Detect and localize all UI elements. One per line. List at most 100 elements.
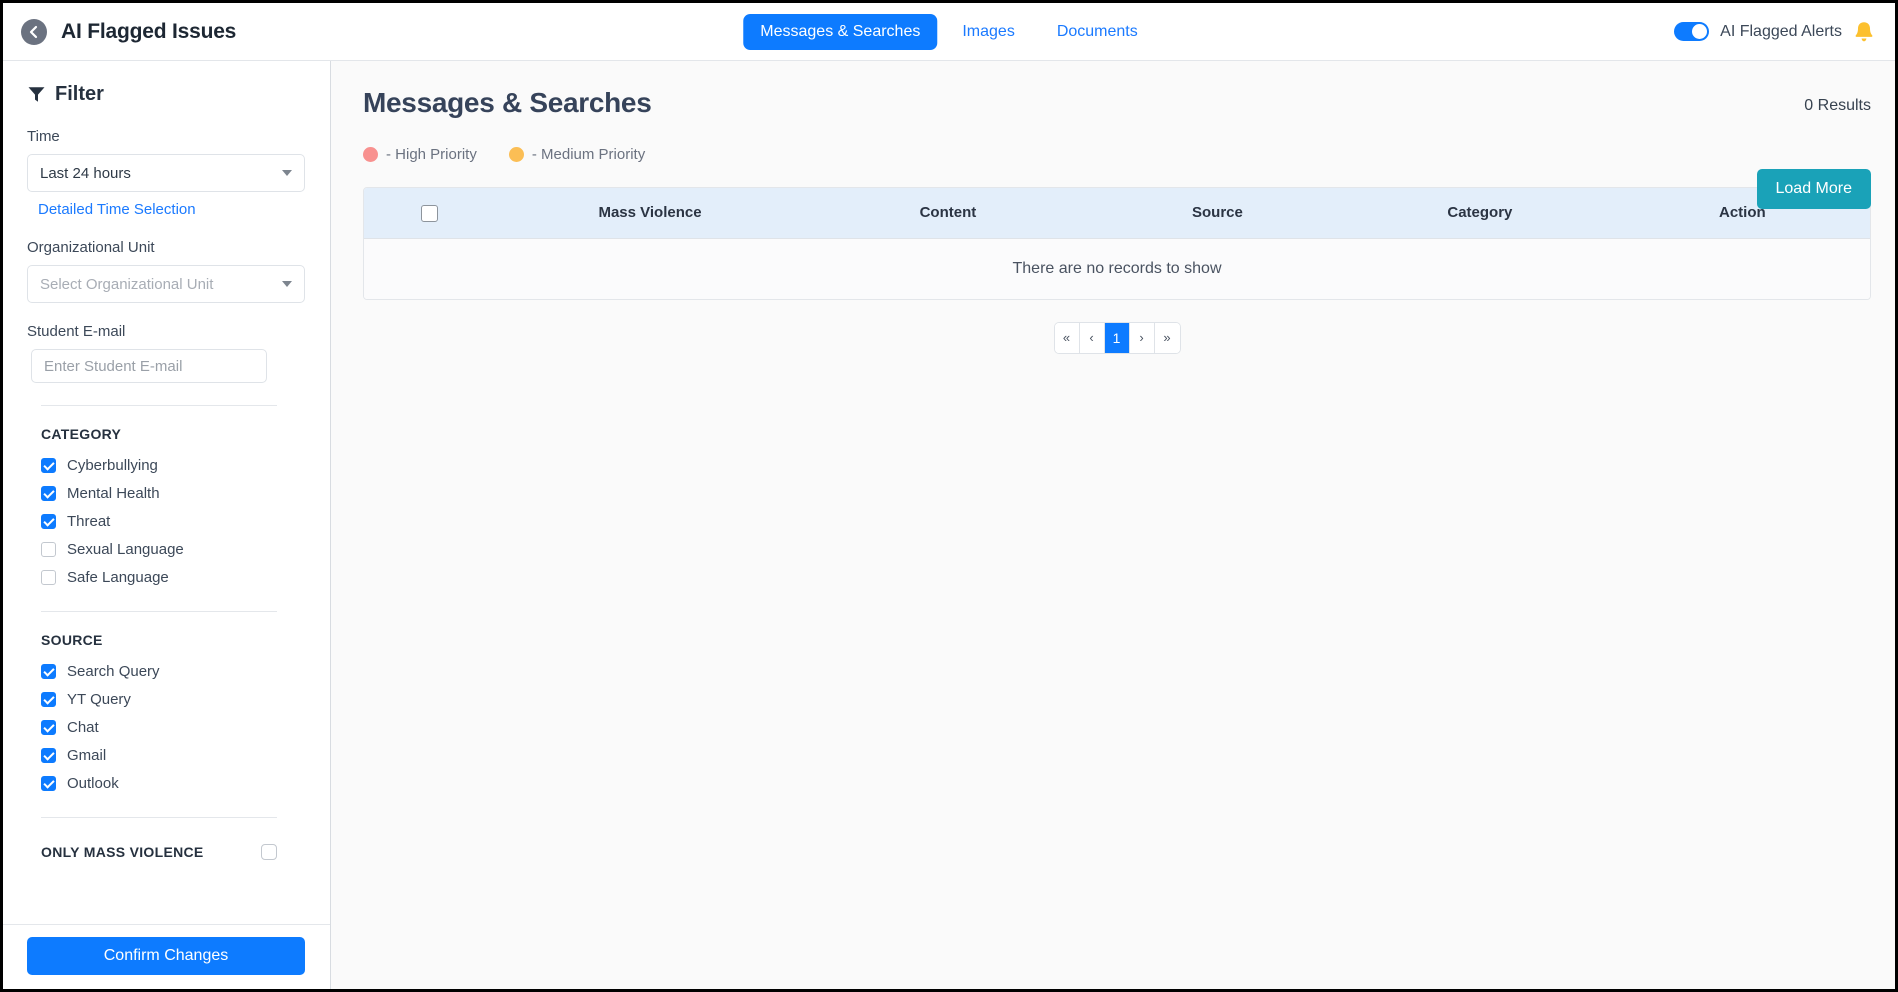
- priority-legend: - High Priority - Medium Priority: [363, 139, 1871, 169]
- legend-item-high-priority: - High Priority: [363, 146, 477, 163]
- pagination-page-1[interactable]: 1: [1104, 322, 1130, 353]
- main-header: Messages & Searches 0 Results: [363, 87, 1871, 119]
- source-checkbox-yt-query[interactable]: YT Query: [41, 688, 306, 711]
- category-group-title: CATEGORY: [41, 426, 122, 442]
- empty-state-message: There are no records to show: [364, 238, 1870, 299]
- detailed-time-selection-link[interactable]: Detailed Time Selection: [38, 201, 196, 218]
- chevron-down-icon: [282, 170, 292, 176]
- pagination-first-button[interactable]: «: [1054, 322, 1080, 353]
- category-checkbox-cyberbullying[interactable]: Cyberbullying: [41, 454, 306, 477]
- divider: [41, 817, 277, 818]
- checkbox-icon[interactable]: [41, 458, 56, 473]
- top-bar-right: AI Flagged Alerts: [1674, 20, 1875, 44]
- category-label: Safe Language: [67, 569, 169, 586]
- high-priority-dot-icon: [363, 146, 378, 162]
- time-label: Time: [27, 128, 60, 145]
- time-select-value: Last 24 hours: [40, 164, 131, 182]
- results-table: Mass Violence Content Source Category Ac…: [363, 187, 1871, 300]
- results-count: 0 Results: [1804, 97, 1871, 114]
- table-header-source[interactable]: Source: [1089, 188, 1346, 239]
- category-checkbox-mental-health[interactable]: Mental Health: [41, 482, 306, 505]
- only-mass-violence-row[interactable]: ONLY MASS VIOLENCE: [41, 844, 277, 860]
- source-checkbox-gmail[interactable]: Gmail: [41, 744, 306, 767]
- source-checkbox-chat[interactable]: Chat: [41, 716, 306, 739]
- app-root: AI Flagged Issues Messages & Searches Im…: [0, 0, 1898, 992]
- divider: [41, 611, 277, 612]
- select-all-checkbox[interactable]: [420, 204, 438, 222]
- category-label: Sexual Language: [67, 541, 184, 558]
- checkbox-icon[interactable]: [41, 486, 56, 501]
- load-more-button[interactable]: Load More: [1756, 169, 1871, 209]
- tab-images[interactable]: Images: [945, 14, 1031, 50]
- back-arrow-circle-icon[interactable]: [21, 18, 47, 45]
- table-empty-row: There are no records to show: [364, 238, 1870, 299]
- main-content: Messages & Searches 0 Results - High Pri…: [331, 61, 1895, 989]
- category-checkbox-threat[interactable]: Threat: [41, 510, 306, 533]
- table-head: Mass Violence Content Source Category Ac…: [364, 188, 1870, 239]
- pagination-last-button[interactable]: »: [1154, 322, 1180, 353]
- category-checkbox-sexual-language[interactable]: Sexual Language: [41, 538, 306, 561]
- category-label: Cyberbullying: [67, 457, 158, 474]
- source-label: Outlook: [67, 775, 119, 792]
- category-checkbox-safe-language[interactable]: Safe Language: [41, 566, 306, 589]
- table-header-mass-violence[interactable]: Mass Violence: [494, 188, 807, 239]
- org-unit-label: Organizational Unit: [27, 239, 155, 256]
- medium-priority-dot-icon: [508, 146, 524, 162]
- tab-messages-and-searches[interactable]: Messages & Searches: [743, 13, 938, 50]
- legend-item-medium-priority: - Medium Priority: [508, 145, 646, 163]
- ai-flagged-alerts-label: AI Flagged Alerts: [1720, 22, 1842, 40]
- source-label: Search Query: [67, 663, 160, 680]
- table-header-category[interactable]: Category: [1345, 188, 1615, 239]
- student-email-input[interactable]: [31, 349, 267, 383]
- time-select[interactable]: Last 24 hours: [27, 154, 305, 192]
- org-unit-select-value: Select Organizational Unit: [40, 275, 214, 293]
- pagination-prev-button[interactable]: ‹: [1079, 322, 1105, 353]
- org-unit-select[interactable]: Select Organizational Unit: [27, 265, 305, 303]
- table-header-content[interactable]: Content: [806, 188, 1090, 239]
- source-label: YT Query: [67, 691, 131, 708]
- bell-icon[interactable]: [1853, 20, 1875, 44]
- ai-flagged-alerts-toggle[interactable]: [1674, 22, 1710, 41]
- top-nav-tabs: Messages & Searches Images Documents: [743, 13, 1155, 50]
- legend-label: - High Priority: [386, 145, 477, 163]
- checkbox-icon[interactable]: [41, 542, 56, 557]
- checkbox-icon[interactable]: [41, 664, 56, 679]
- student-email-label: Student E-mail: [27, 323, 126, 340]
- source-checkbox-search-query[interactable]: Search Query: [41, 660, 306, 683]
- chevron-down-icon: [282, 281, 292, 287]
- checkbox-icon[interactable]: [41, 720, 56, 735]
- source-group-title: SOURCE: [41, 632, 103, 648]
- divider: [41, 405, 277, 406]
- filter-sidebar: Filter Time Last 24 hours Detailed Time …: [3, 61, 331, 989]
- page-title: AI Flagged Issues: [61, 19, 237, 43]
- pagination-next-button[interactable]: ›: [1129, 322, 1155, 353]
- top-bar: AI Flagged Issues Messages & Searches Im…: [3, 3, 1895, 61]
- pagination: « ‹ 1 › »: [1053, 321, 1181, 354]
- checkbox-icon[interactable]: [41, 692, 56, 707]
- table-body: There are no records to show: [364, 238, 1870, 299]
- source-label: Gmail: [67, 747, 107, 764]
- checkbox-icon[interactable]: [41, 570, 56, 585]
- filter-sidebar-footer: Confirm Changes: [3, 924, 330, 989]
- main-page-title: Messages & Searches: [363, 87, 652, 118]
- confirm-changes-button[interactable]: Confirm Changes: [27, 937, 305, 975]
- body-split: Filter Time Last 24 hours Detailed Time …: [3, 61, 1895, 989]
- checkbox-icon[interactable]: [41, 776, 56, 791]
- tab-documents[interactable]: Documents: [1040, 14, 1155, 50]
- table-header-select-all: [364, 188, 494, 239]
- only-mass-violence-checkbox[interactable]: [261, 844, 277, 860]
- source-checkbox-outlook[interactable]: Outlook: [41, 772, 306, 795]
- toggle-knob: [1692, 24, 1708, 39]
- checkbox-icon[interactable]: [41, 748, 56, 763]
- filter-sidebar-scroll: Filter Time Last 24 hours Detailed Time …: [3, 61, 330, 924]
- results-table-element: Mass Violence Content Source Category Ac…: [364, 188, 1870, 299]
- pagination-row: « ‹ 1 › »: [363, 321, 1871, 354]
- legend-label: - Medium Priority: [531, 145, 646, 163]
- checkbox-icon[interactable]: [41, 514, 56, 529]
- funnel-icon: [28, 87, 45, 102]
- category-label: Mental Health: [67, 485, 160, 502]
- filter-title: Filter: [55, 83, 104, 105]
- filter-header: Filter: [27, 83, 306, 106]
